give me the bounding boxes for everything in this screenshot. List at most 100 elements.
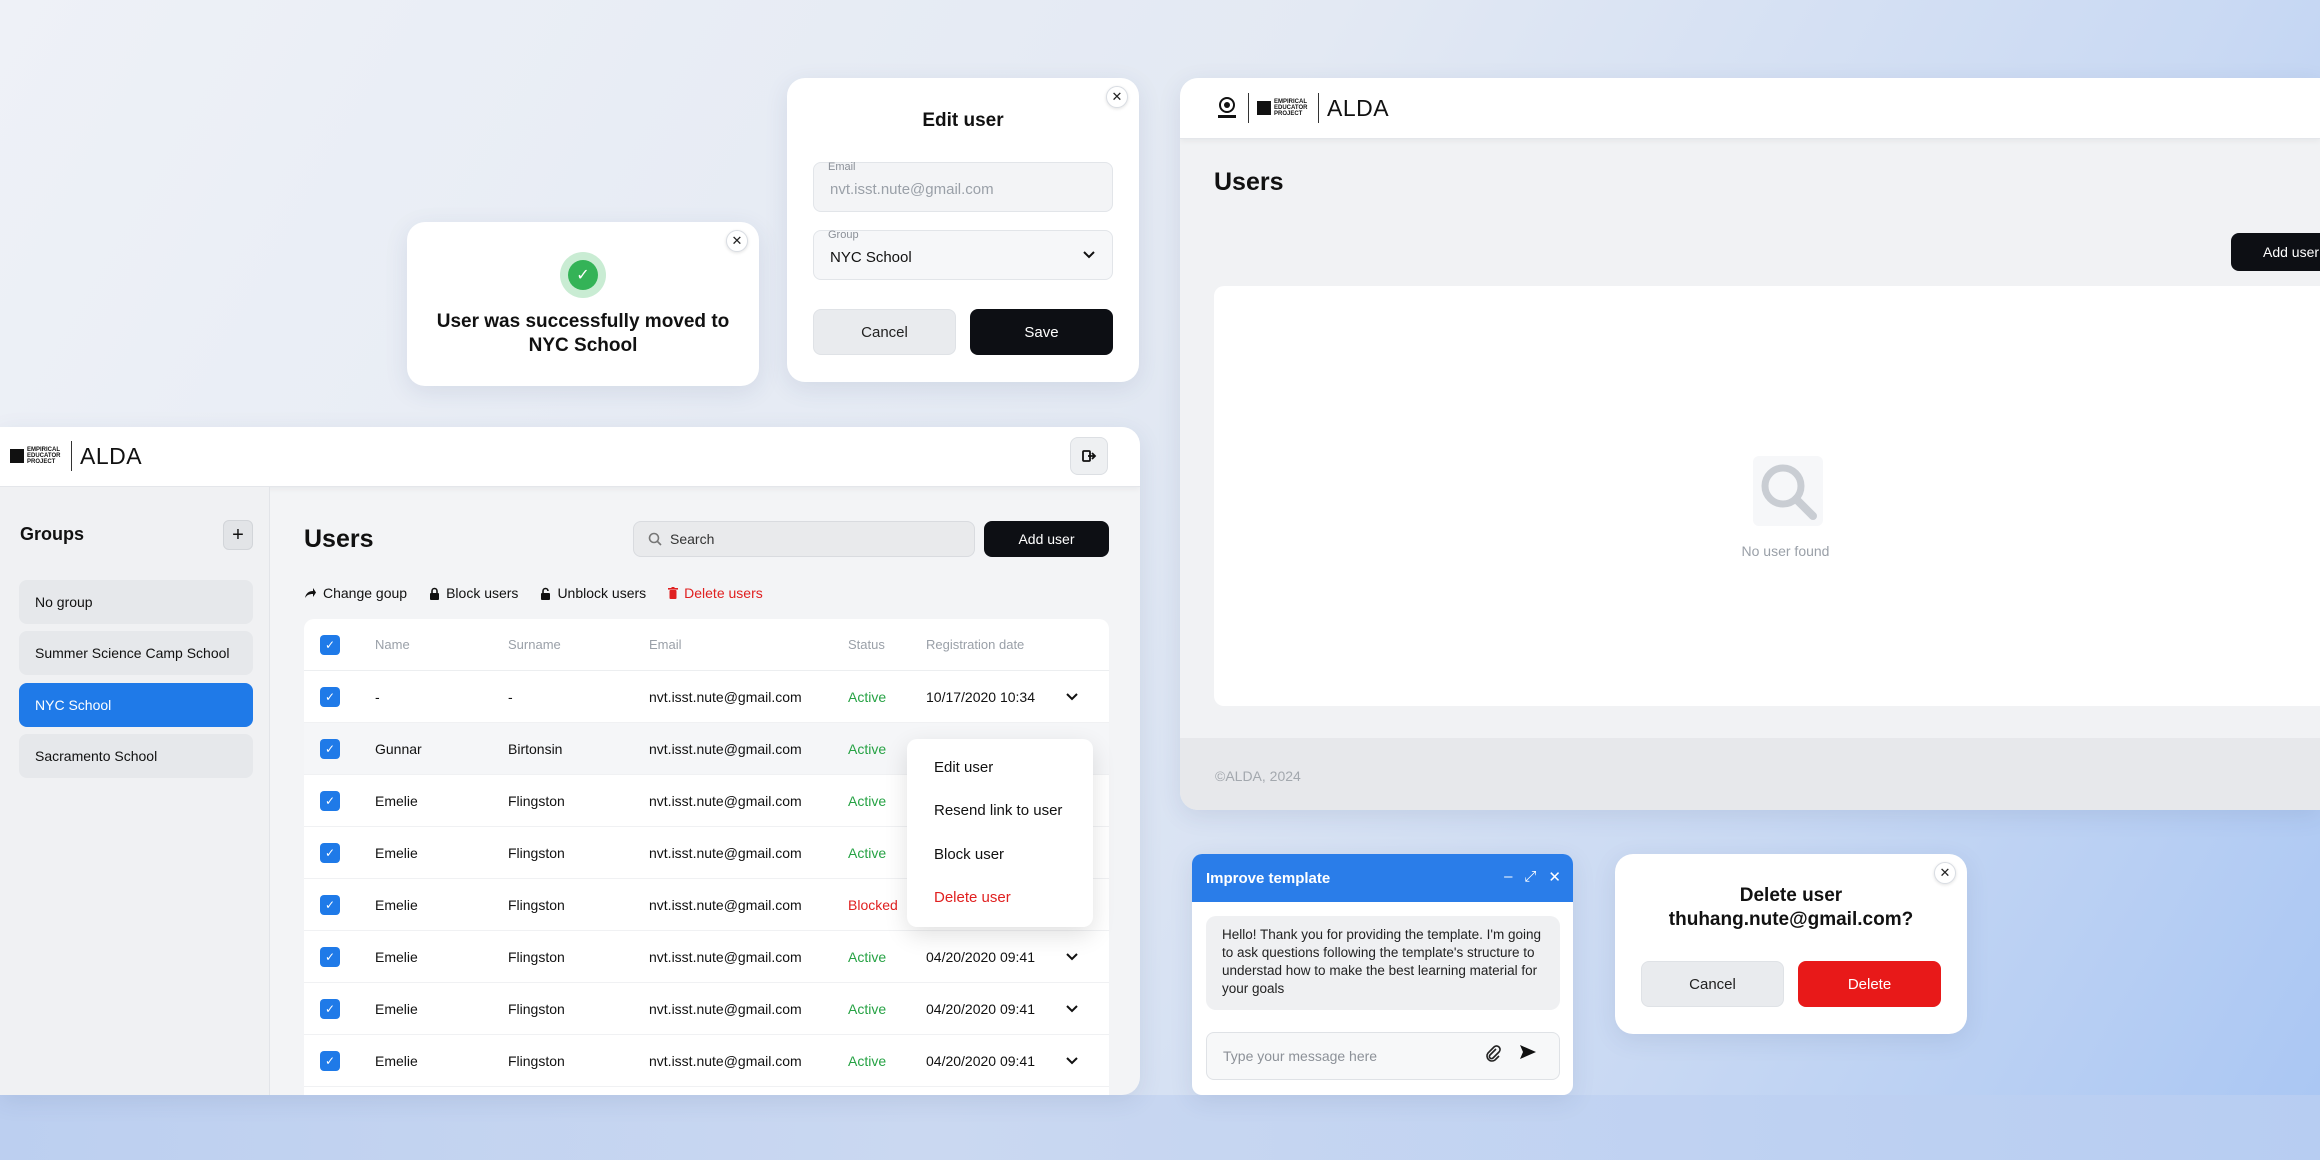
chevron-down-icon[interactable]	[1066, 692, 1078, 701]
cell-email: nvt.isst.nute@gmail.com	[649, 1000, 802, 1017]
email-field[interactable]: Email nvt.isst.nute@gmail.com	[813, 161, 1113, 212]
minimize-icon[interactable]: –	[1504, 868, 1512, 886]
cell-status: Active	[848, 1000, 887, 1017]
cell-email: nvt.isst.nute@gmail.com	[649, 688, 802, 705]
select-all-checkbox[interactable]: ✓	[320, 634, 340, 655]
column-registration-date: Registration date	[926, 637, 1025, 652]
cell-email: nvt.isst.nute@gmail.com	[649, 792, 802, 809]
column-name: Name	[375, 637, 410, 652]
menu-item-resend-link[interactable]: Resend link to user	[934, 802, 1062, 819]
delete-user-dialog: ✕ Delete user thuhang.nute@gmail.com? Ca…	[1615, 854, 1967, 1034]
group-select[interactable]: Group NYC School	[813, 229, 1113, 280]
sidebar-item-no-group[interactable]: No group	[19, 580, 253, 624]
cell-status: Active	[848, 688, 887, 705]
row-checkbox[interactable]: ✓	[320, 790, 340, 811]
menu-item-edit-user[interactable]: Edit user	[934, 759, 993, 776]
chat-controls: – ⤢ ✕	[1504, 868, 1561, 886]
delete-users-action[interactable]: Delete users	[668, 585, 763, 601]
column-surname: Surname	[508, 637, 561, 652]
chevron-down-icon[interactable]	[1066, 1056, 1078, 1065]
logout-button[interactable]	[1070, 437, 1108, 475]
row-checkbox[interactable]: ✓	[320, 998, 340, 1019]
group-value: NYC School	[830, 249, 912, 266]
assistant-message: Hello! Thank you for providing the templ…	[1206, 916, 1560, 1010]
block-users-action[interactable]: Block users	[429, 585, 518, 601]
table-header: ✓ Name Surname Email Status Registration…	[304, 619, 1109, 671]
close-icon[interactable]: ✕	[726, 230, 748, 252]
cell-name: Emelie	[375, 948, 418, 965]
group-label: Group	[828, 229, 859, 241]
groups-title: Groups	[20, 524, 85, 544]
row-context-menu: Edit user Resend link to user Block user…	[907, 739, 1093, 927]
cell-name: Emelie	[375, 1052, 418, 1069]
success-toast: ✕ ✓ User was successfully moved to NYC S…	[407, 222, 759, 386]
trash-icon	[668, 587, 679, 599]
menu-item-block-user[interactable]: Block user	[934, 846, 1004, 863]
unblock-users-action[interactable]: Unblock users	[540, 585, 646, 601]
logo-mark: EMPIRICAL EDUCATOR PROJECT	[1257, 99, 1310, 117]
cell-date: 04/20/2020 09:41	[926, 1000, 1035, 1017]
sidebar-item-summer-science-camp[interactable]: Summer Science Camp School	[19, 631, 253, 675]
add-user-button[interactable]: Add user	[984, 521, 1109, 557]
app-logo: EMPIRICAL EDUCATOR PROJECT ALDA	[1214, 93, 1389, 123]
delete-button[interactable]: Delete	[1798, 961, 1941, 1007]
add-group-button[interactable]: +	[223, 520, 253, 550]
cell-surname: -	[508, 688, 513, 705]
table-row[interactable]: ✓ Emelie Flingston nvt.isst.nute@gmail.c…	[304, 1035, 1109, 1087]
change-group-action[interactable]: Change goup	[304, 585, 407, 601]
cancel-button[interactable]: Cancel	[1641, 961, 1784, 1007]
cell-name: Gunnar	[375, 740, 422, 757]
brand-name: ALDA	[1327, 94, 1390, 121]
row-checkbox[interactable]: ✓	[320, 686, 340, 707]
row-checkbox[interactable]: ✓	[320, 1050, 340, 1071]
cell-status: Active	[848, 792, 887, 809]
row-checkbox[interactable]: ✓	[320, 738, 340, 759]
chevron-down-icon[interactable]	[1066, 952, 1078, 961]
logo-text: EMPIRICAL EDUCATOR PROJECT	[1274, 99, 1308, 117]
logout-icon	[1082, 450, 1097, 462]
column-email: Email	[649, 637, 682, 652]
close-icon[interactable]: ✕	[1106, 86, 1128, 108]
search-input[interactable]: Search	[633, 521, 975, 557]
add-user-button[interactable]: Add user	[2231, 233, 2320, 271]
row-checkbox[interactable]: ✓	[320, 894, 340, 915]
page-title: Users	[1214, 168, 1284, 196]
chevron-down-icon	[1083, 251, 1095, 259]
send-icon[interactable]	[1519, 1043, 1537, 1061]
cell-status: Active	[848, 844, 887, 861]
logo-square-icon	[1257, 101, 1271, 115]
groups-sidebar: Groups + No group Summer Science Camp Sc…	[0, 487, 270, 1095]
dialog-title: Edit user	[922, 110, 1004, 131]
empty-message: No user found	[1741, 543, 1830, 559]
cell-date: 04/20/2020 09:41	[926, 948, 1035, 965]
cell-surname: Birtonsin	[508, 740, 563, 757]
cell-email: nvt.isst.nute@gmail.com	[649, 896, 802, 913]
delete-users-label: Delete users	[684, 585, 763, 601]
close-icon[interactable]: ✕	[1934, 862, 1956, 884]
close-icon[interactable]: ✕	[1548, 868, 1561, 886]
table-row[interactable]: ✓ - - nvt.isst.nute@gmail.com Active 10/…	[304, 671, 1109, 723]
table-row[interactable]: ✓ Emelie Flingston nvt.isst.nute@gmail.c…	[304, 983, 1109, 1035]
table-row[interactable]: ✓ Emelie Flingston nvt.isst.nute@gmail.c…	[304, 931, 1109, 983]
cancel-button[interactable]: Cancel	[813, 309, 956, 355]
paperclip-icon[interactable]	[1484, 1044, 1502, 1062]
expand-icon[interactable]: ⤢	[1524, 868, 1536, 886]
logo-text: EMPIRICAL EDUCATOR PROJECT	[27, 447, 61, 465]
sidebar-item-sacramento-school[interactable]: Sacramento School	[19, 734, 253, 778]
edit-user-dialog: ✕ Edit user Email nvt.isst.nute@gmail.co…	[787, 78, 1139, 382]
cell-email: nvt.isst.nute@gmail.com	[649, 740, 802, 757]
cell-surname: Flingston	[508, 1000, 565, 1017]
cell-surname: Flingston	[508, 896, 565, 913]
save-button[interactable]: Save	[970, 309, 1113, 355]
change-group-label: Change goup	[323, 585, 408, 601]
chevron-down-icon[interactable]	[1066, 1004, 1078, 1013]
menu-item-delete-user[interactable]: Delete user	[934, 889, 1011, 906]
cell-email: nvt.isst.nute@gmail.com	[649, 1052, 802, 1069]
sidebar-item-nyc-school[interactable]: NYC School	[19, 683, 253, 727]
row-checkbox[interactable]: ✓	[320, 842, 340, 863]
chat-message-input[interactable]: Type your message here	[1206, 1032, 1560, 1080]
logo-mark: EMPIRICAL EDUCATOR PROJECT	[10, 447, 63, 465]
logo-divider	[1248, 93, 1249, 123]
cell-surname: Flingston	[508, 844, 565, 861]
row-checkbox[interactable]: ✓	[320, 946, 340, 967]
